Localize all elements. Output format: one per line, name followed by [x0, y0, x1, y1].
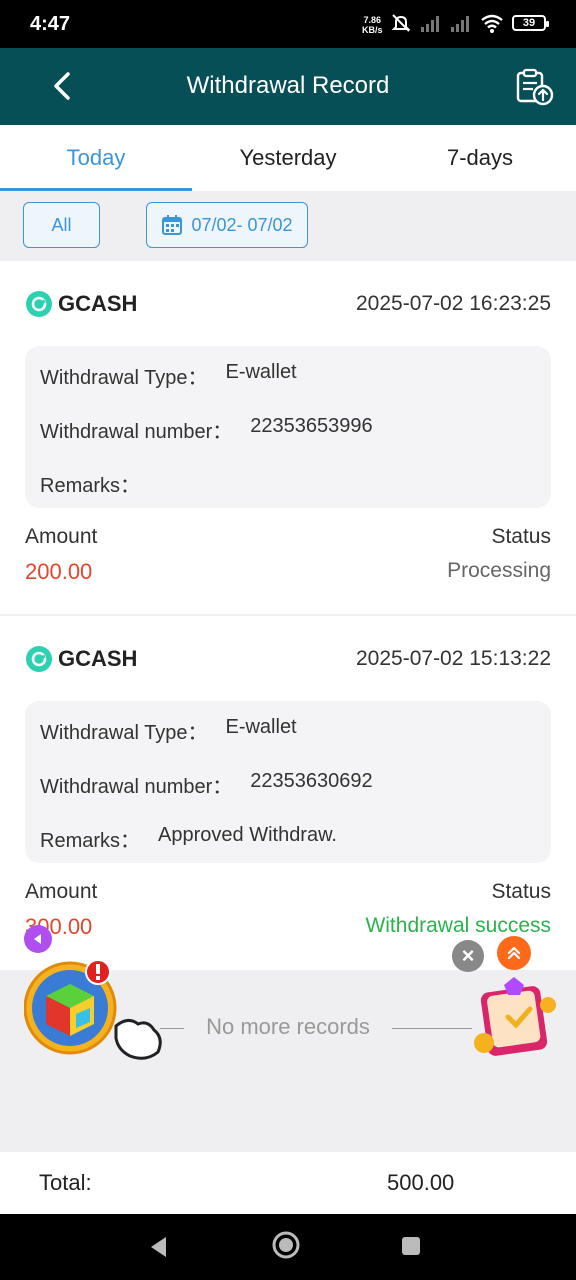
speed-value: 7.86 [363, 15, 382, 25]
lucky-box-widget[interactable] [23, 958, 164, 1068]
filter-bar: All 07/02- 07/02 [0, 191, 576, 261]
tab-yesterday[interactable]: Yesterday [192, 125, 384, 191]
app-header: Withdrawal Record [0, 48, 576, 125]
all-filter-button[interactable]: All [23, 202, 100, 248]
record-datetime: 2025-07-02 16:23:25 [356, 292, 551, 315]
scroll-top-button[interactable] [497, 936, 531, 970]
nav-recents-icon[interactable] [400, 1235, 422, 1257]
withdrawal-type-label: Withdrawal Type： [40, 722, 208, 744]
total-bar: Total: 500.00 [0, 1152, 576, 1214]
status-value: Withdrawal success [365, 914, 551, 937]
tab-today[interactable]: Today [0, 125, 192, 191]
gcash-logo-icon [26, 291, 52, 317]
method-name: GCASH [58, 291, 138, 316]
export-button[interactable] [514, 68, 556, 108]
date-range-text: 07/02- 07/02 [191, 214, 293, 235]
nav-back-icon[interactable] [146, 1234, 172, 1260]
remarks-row: Remarks： [40, 469, 158, 498]
withdrawal-type-value: E-wallet [225, 716, 297, 738]
date-range-button[interactable]: 07/02- 07/02 [146, 202, 308, 248]
battery-icon: 39 [512, 15, 549, 31]
payment-method: GCASH [26, 291, 137, 317]
double-chevron-up-icon [507, 946, 521, 960]
amount-label: Amount [25, 880, 98, 903]
date-tabs: Today Yesterday 7-days [0, 125, 576, 191]
reward-book-icon [474, 977, 556, 1056]
collapse-widget-button[interactable] [24, 925, 52, 953]
withdrawal-record: GCASH 2025-07-02 16:23:25 Withdrawal Typ… [0, 261, 576, 614]
remarks-label: Remarks： [40, 830, 141, 852]
mute-icon [391, 14, 411, 32]
withdrawal-type-row: Withdrawal Type： E-wallet [40, 361, 297, 390]
nav-home-icon[interactable] [271, 1230, 301, 1260]
withdrawal-record: GCASH 2025-07-02 15:13:22 Withdrawal Typ… [0, 616, 576, 970]
remarks-value: Approved Withdraw. [158, 824, 337, 846]
remarks-label: Remarks： [40, 475, 141, 497]
close-widget-button[interactable]: × [452, 940, 484, 972]
reward-book-widget[interactable] [470, 975, 562, 1065]
amount-value: 200.00 [25, 559, 93, 584]
status-bar: 4:47 7.86 KB/s 39 [0, 0, 576, 48]
system-nav-bar [0, 1214, 576, 1280]
clipboard-upload-icon [516, 68, 554, 106]
withdrawal-type-row: Withdrawal Type： E-wallet [40, 716, 297, 745]
amount-label: Amount [25, 525, 98, 548]
status-icons: 39 [390, 12, 549, 34]
record-details: Withdrawal Type： E-wallet Withdrawal num… [25, 346, 551, 508]
page-title: Withdrawal Record [186, 72, 390, 99]
speed-unit: KB/s [362, 25, 383, 35]
withdrawal-number-value: 22353630692 [250, 770, 373, 792]
page: 4:47 7.86 KB/s 39 Withdrawal Record Toda… [0, 0, 576, 1280]
status-value: Processing [447, 559, 551, 582]
gift-cube-icon [23, 959, 162, 1060]
withdrawal-type-label: Withdrawal Type： [40, 367, 208, 389]
total-value: 500.00 [387, 1170, 455, 1195]
withdrawal-number-label: Withdrawal number： [40, 421, 233, 443]
withdrawal-type-value: E-wallet [225, 361, 297, 383]
withdrawal-number-row: Withdrawal number： 22353653996 [40, 415, 373, 444]
total-label: Total: [39, 1170, 92, 1195]
tab-7-days[interactable]: 7-days [384, 125, 576, 191]
record-datetime: 2025-07-02 15:13:22 [356, 647, 551, 670]
method-name: GCASH [58, 646, 138, 671]
withdrawal-number-label: Withdrawal number： [40, 776, 233, 798]
withdrawal-number-value: 22353653996 [250, 415, 373, 437]
withdrawal-number-row: Withdrawal number： 22353630692 [40, 770, 373, 799]
wifi-icon [481, 14, 503, 33]
triangle-left-icon [34, 934, 41, 944]
network-speed: 7.86 KB/s [362, 15, 383, 35]
signal-icon [451, 16, 469, 32]
record-details: Withdrawal Type： E-wallet Withdrawal num… [25, 701, 551, 863]
status-label: Status [491, 880, 551, 903]
close-icon: × [461, 943, 475, 968]
status-label: Status [491, 525, 551, 548]
status-time: 4:47 [30, 13, 71, 35]
payment-method: GCASH [26, 646, 137, 672]
calendar-icon [162, 215, 183, 235]
gcash-logo-icon [26, 646, 52, 672]
divider [392, 1028, 472, 1029]
signal-icon [421, 16, 439, 32]
remarks-row: Remarks： Approved Withdraw. [40, 824, 337, 853]
